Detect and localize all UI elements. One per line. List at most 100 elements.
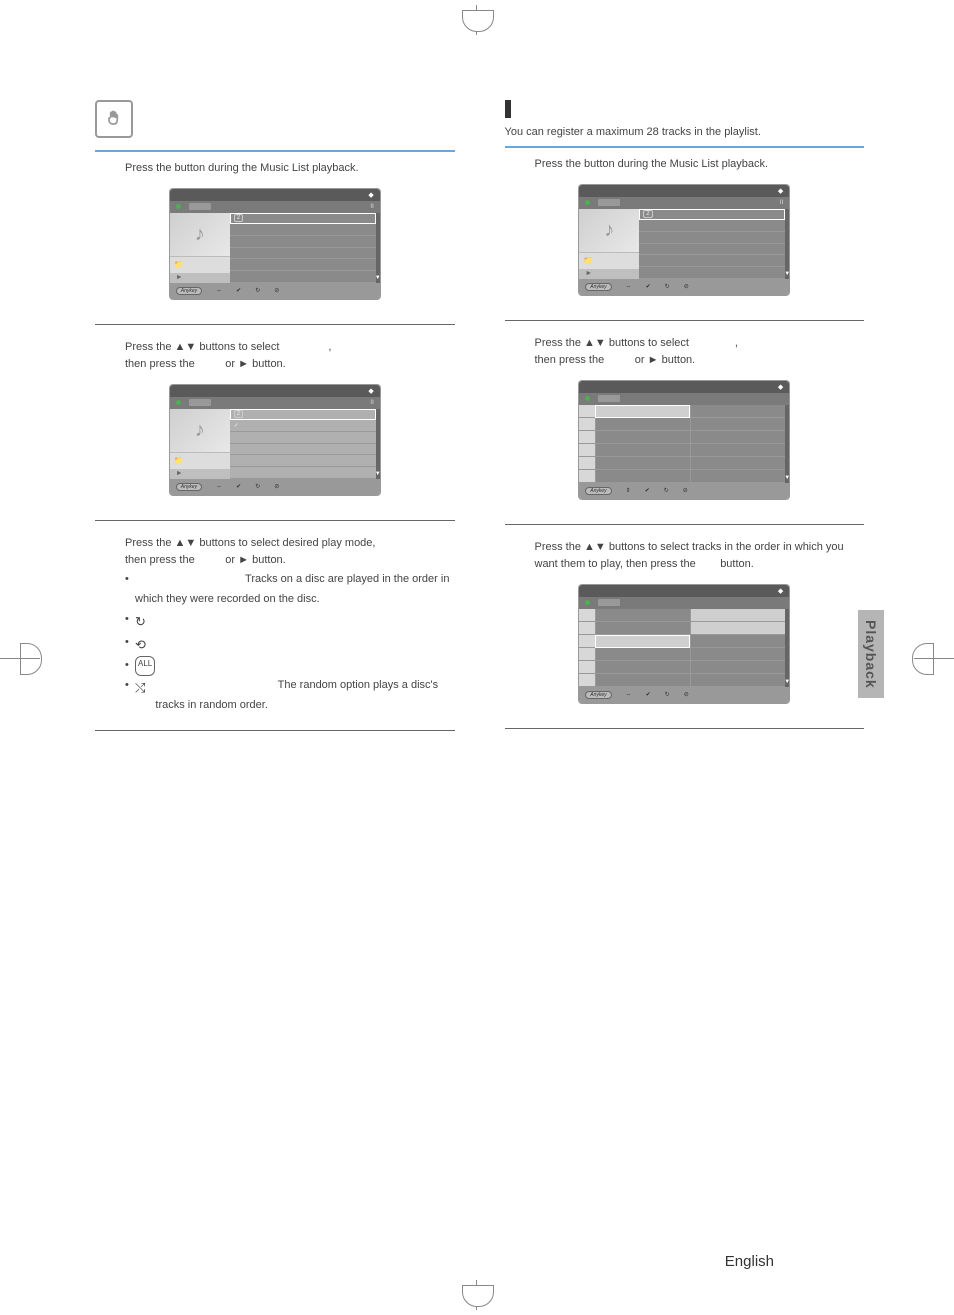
dot-icon: ◆: [368, 387, 373, 395]
pause-icon: II: [780, 200, 783, 206]
title-bar-icon: [505, 100, 511, 118]
repeat-all-icon: ALL: [135, 656, 155, 676]
list-row: [230, 259, 376, 271]
scroll-down-icon: ▼: [784, 679, 790, 685]
hdr-block: [598, 199, 620, 206]
foot-icon: ⇔: [216, 484, 222, 490]
list-row: 2: [230, 213, 376, 225]
list-row: [639, 255, 785, 267]
dot-icon: ◆: [778, 187, 783, 195]
foot-icon: ⊘: [274, 287, 279, 294]
text: Press the: [535, 541, 585, 553]
crop-mark-left: [0, 658, 40, 659]
right-column: You can register a maximum 28 tracks in …: [505, 100, 865, 1205]
screenshot-footer: Anykey ⇔ ✔ ↻ ⊘: [170, 283, 380, 299]
list-row: [639, 267, 785, 279]
bullet: •: [125, 610, 129, 633]
foot-icon: ⊘: [274, 483, 279, 490]
right-step2-text: Press the ▲▼ buttons to select , then pr…: [535, 335, 865, 370]
hdr-block: [189, 399, 211, 406]
list-row: [230, 236, 376, 248]
dot-icon: ◆: [368, 191, 373, 199]
left-step3-text: Press the ▲▼ buttons to select desired p…: [125, 535, 455, 570]
text: button.: [252, 554, 286, 566]
anykey-badge: Anykey: [585, 487, 611, 495]
list-row: [230, 271, 376, 283]
album-thumb: ♪: [170, 213, 230, 256]
play-mode-list: • Tracks on a disc are played in the ord…: [125, 570, 455, 716]
updown-icon: ▲▼: [175, 341, 197, 353]
text: Press the: [125, 341, 175, 353]
album-thumb: ♪: [170, 409, 230, 452]
list-row: [230, 455, 376, 467]
screenshot-footer: Anykey ⇔ ✔ ↻ ⊘: [579, 279, 789, 295]
divider: [505, 728, 865, 729]
text: buttons to select desired play mode,: [199, 537, 375, 549]
text: button during the Music List playback.: [175, 162, 359, 174]
screenshot-footer: Anykey ⇔ ✔ ↻ ⊘: [170, 479, 380, 495]
repeat-track-icon: ↻: [135, 610, 146, 633]
text: then press the: [535, 354, 608, 366]
text: button.: [720, 558, 754, 570]
hdr-block: [189, 203, 211, 210]
divider: [95, 324, 455, 325]
folder-row: 📁: [579, 252, 639, 269]
right-step3-text: Press the ▲▼ buttons to select tracks in…: [535, 539, 865, 574]
foot-icon: ✔: [236, 483, 241, 490]
crop-mark-top: [462, 5, 492, 35]
anykey-badge: Anykey: [585, 691, 611, 699]
pause-icon: II: [370, 204, 373, 210]
folder-row: 📁: [170, 256, 230, 273]
scroll-down-icon: ▼: [375, 275, 381, 281]
divider: [505, 146, 865, 148]
text: Press the: [535, 337, 585, 349]
list-row: [639, 244, 785, 256]
text: ,: [735, 337, 738, 349]
bullet: •: [125, 676, 129, 716]
text: then press the: [125, 358, 198, 370]
divider: [95, 520, 455, 521]
playlist-screenshot: ◆ ▼ Anykey ⇔ ✔ ↻: [578, 584, 790, 704]
pause-icon: II: [370, 400, 373, 406]
list-row: 2: [230, 409, 376, 421]
text: button.: [252, 358, 286, 370]
divider: [95, 730, 455, 731]
rec-dot-icon: [585, 396, 590, 401]
right-step1-text: Press the button during the Music List p…: [535, 156, 865, 174]
text: or: [225, 554, 238, 566]
play-bar: ►: [170, 273, 230, 283]
updown-icon: ▲▼: [175, 537, 197, 549]
ui-screenshot: ◆ II ♪ 📁 ► 2 ✓: [169, 384, 381, 496]
right-arrow-icon: ►: [238, 358, 249, 370]
anykey-badge: Anykey: [176, 483, 202, 491]
dot-icon: ◆: [778, 383, 783, 391]
foot-icon: ↻: [255, 483, 260, 490]
divider: [95, 150, 455, 152]
foot-icon: ✔: [236, 287, 241, 294]
bullet: •: [125, 633, 129, 656]
text: The random option plays a disc's tracks …: [155, 679, 438, 711]
ui-screenshot: ◆ II ♪ 📁 ► 2: [169, 188, 381, 300]
right-arrow-icon: ►: [238, 554, 249, 566]
badge: 2: [643, 210, 652, 218]
left-column: Press the button during the Music List p…: [95, 100, 455, 1205]
playlist-screenshot: ◆ ▼ Anykey ⇕ ✔ ↻: [578, 380, 790, 500]
updown-icon: ▲▼: [584, 541, 606, 553]
rec-dot-icon: [176, 204, 181, 209]
rec-dot-icon: [176, 400, 181, 405]
folder-row: 📁: [170, 452, 230, 469]
album-thumb: ♪: [579, 209, 639, 252]
text: or: [225, 358, 238, 370]
list-row: ✓: [230, 420, 376, 432]
bullet: •: [125, 656, 129, 676]
scroll-down-icon: ▼: [784, 475, 790, 481]
divider: [505, 524, 865, 525]
text: then press the: [125, 554, 198, 566]
screenshot-footer: Anykey ⇔ ✔ ↻ ⊘: [579, 687, 789, 703]
list-row: [230, 432, 376, 444]
text: button during the Music List playback.: [584, 158, 768, 170]
hand-icon: [95, 100, 133, 138]
play-bar: ►: [170, 469, 230, 479]
list-row: [230, 248, 376, 260]
anykey-badge: Anykey: [176, 287, 202, 295]
